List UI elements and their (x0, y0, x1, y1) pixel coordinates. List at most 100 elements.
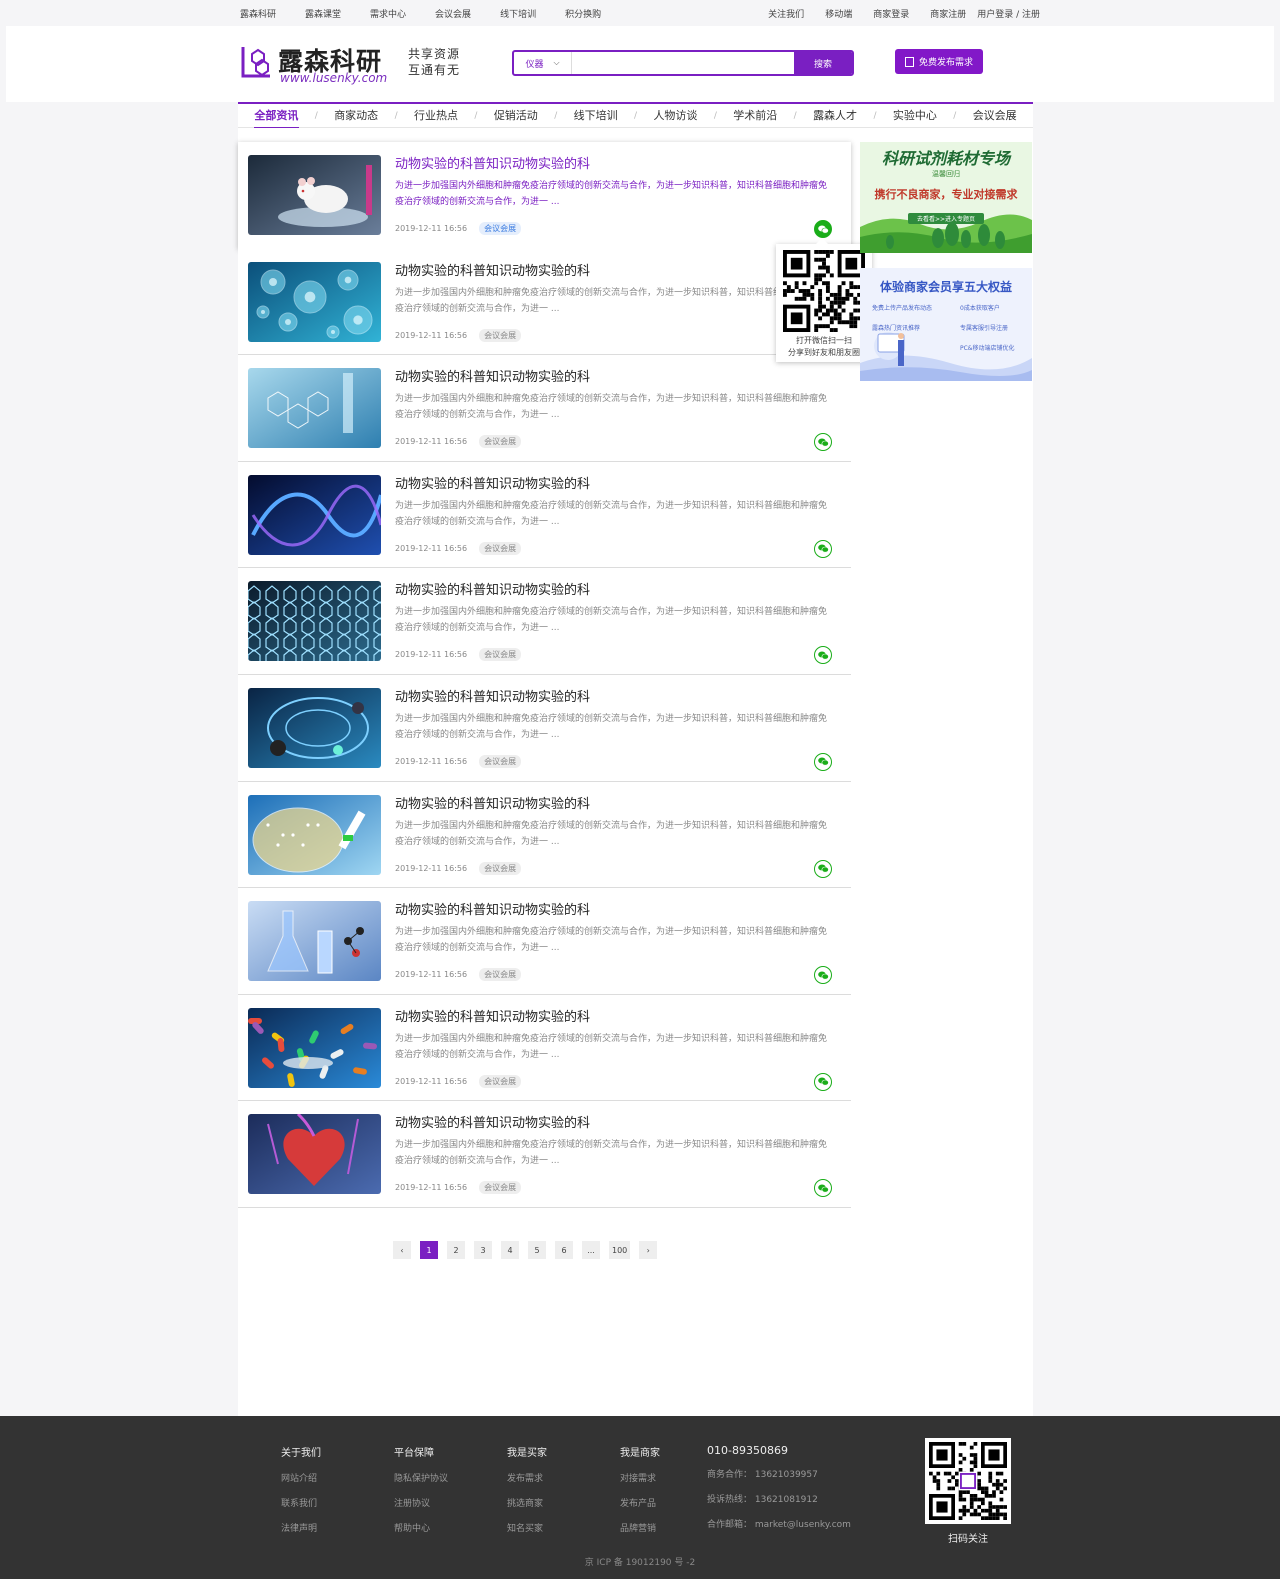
page-button[interactable]: 1 (420, 1241, 438, 1259)
article-tag[interactable]: 会议会展 (479, 435, 522, 449)
article-thumbnail[interactable] (248, 1114, 381, 1195)
article-item[interactable]: 动物实验的科普知识动物实验的科 为进一步加强国内外细胞和肿瘤免疫治疗领域的创新交… (238, 142, 851, 249)
article-title[interactable]: 动物实验的科普知识动物实验的科 (395, 260, 590, 279)
article-thumbnail[interactable] (248, 687, 381, 768)
wechat-share-icon[interactable] (814, 1072, 832, 1091)
top-link-conference[interactable]: 会议会展 (435, 7, 471, 20)
nav-tab[interactable]: 露森人才 (797, 104, 874, 128)
wechat-share-icon[interactable] (814, 859, 832, 878)
publish-demand-button[interactable]: 免费发布需求 (895, 49, 983, 74)
article-item[interactable]: 动物实验的科普知识动物实验的科 为进一步加强国内外细胞和肿瘤免疫治疗领域的创新交… (238, 1101, 851, 1208)
article-title[interactable]: 动物实验的科普知识动物实验的科 (395, 366, 590, 385)
article-thumbnail[interactable] (248, 581, 381, 662)
top-link-lusen[interactable]: 露森科研 (240, 7, 276, 20)
article-title[interactable]: 动物实验的科普知识动物实验的科 (395, 473, 590, 492)
top-link-classroom[interactable]: 露森课堂 (305, 7, 341, 20)
article-item[interactable]: 动物实验的科普知识动物实验的科 为进一步加强国内外细胞和肿瘤免疫治疗领域的创新交… (238, 461, 851, 569)
footer-link[interactable]: 挑选商家 (507, 1496, 547, 1509)
wechat-share-icon[interactable] (814, 433, 832, 452)
article-thumbnail[interactable] (248, 261, 381, 342)
page-button[interactable]: 2 (447, 1241, 465, 1259)
follow-us-link[interactable]: 关注我们 (768, 7, 804, 20)
nav-tab[interactable]: 实验中心 (877, 104, 954, 128)
nav-tab[interactable]: 线下培训 (557, 104, 634, 128)
footer-link[interactable]: 对接需求 (620, 1471, 660, 1484)
wechat-share-icon[interactable] (814, 752, 832, 771)
top-link-demand-center[interactable]: 需求中心 (370, 7, 406, 20)
footer-link[interactable]: 帮助中心 (394, 1521, 448, 1534)
article-tag[interactable]: 会议会展 (479, 754, 522, 768)
article-tag[interactable]: 会议会展 (479, 1074, 522, 1088)
top-link-points[interactable]: 积分换购 (565, 7, 601, 20)
page-button[interactable]: 3 (474, 1241, 492, 1259)
nav-tab[interactable]: 行业热点 (398, 104, 475, 128)
footer-link[interactable]: 法律声明 (281, 1521, 321, 1534)
wechat-share-icon[interactable] (814, 646, 832, 665)
wechat-share-icon[interactable] (814, 539, 832, 558)
reagent-banner[interactable]: 科研试剂耗材专场 温馨回归 携行不良商家，专业对接需求 去看看>>进入专题页 (860, 142, 1032, 253)
search-input[interactable] (572, 52, 794, 74)
footer-link[interactable]: 品牌营销 (620, 1521, 660, 1534)
search-category-select[interactable]: 仪器 ⌵ (514, 52, 572, 74)
footer-link[interactable]: 注册协议 (394, 1496, 448, 1509)
merchant-login-link[interactable]: 商家登录 (873, 7, 909, 20)
article-thumbnail[interactable] (248, 794, 381, 875)
footer-email[interactable]: 合作邮箱： market@lusenky.com (707, 1517, 851, 1530)
page-button[interactable]: 4 (501, 1241, 519, 1259)
nav-tab[interactable]: 促销活动 (477, 104, 554, 128)
article-tag[interactable]: 会议会展 (479, 222, 522, 235)
article-item[interactable]: 动物实验的科普知识动物实验的科 为进一步加强国内外细胞和肿瘤免疫治疗领域的创新交… (238, 888, 851, 995)
article-thumbnail[interactable] (248, 368, 381, 449)
page-button[interactable]: 5 (528, 1241, 546, 1259)
wechat-share-icon[interactable] (814, 1179, 832, 1198)
article-title[interactable]: 动物实验的科普知识动物实验的科 (395, 153, 590, 172)
mobile-link[interactable]: 移动端 (825, 7, 852, 20)
search-button[interactable]: 搜索 (794, 52, 852, 74)
article-tag[interactable]: 会议会展 (479, 541, 522, 555)
nav-tab[interactable]: 学术前沿 (717, 104, 794, 128)
nav-tab[interactable]: 商家动态 (318, 104, 395, 128)
page-button[interactable]: 100 (609, 1241, 631, 1259)
article-title[interactable]: 动物实验的科普知识动物实验的科 (395, 1112, 590, 1131)
article-item[interactable]: 动物实验的科普知识动物实验的科 为进一步加强国内外细胞和肿瘤免疫治疗领域的创新交… (238, 674, 851, 782)
article-item[interactable]: 动物实验的科普知识动物实验的科 为进一步加强国内外细胞和肿瘤免疫治疗领域的创新交… (238, 355, 851, 462)
wechat-share-icon[interactable] (814, 966, 832, 985)
article-item[interactable]: 动物实验的科普知识动物实验的科 为进一步加强国内外细胞和肿瘤免疫治疗领域的创新交… (238, 781, 851, 889)
article-thumbnail[interactable] (248, 474, 381, 555)
nav-tab[interactable]: 会议会展 (956, 104, 1033, 128)
article-tag[interactable]: 会议会展 (479, 328, 522, 342)
user-login-link[interactable]: 用户登录 / 注册 (977, 7, 1040, 20)
nav-tab[interactable]: 人物访谈 (637, 104, 714, 128)
footer-link[interactable]: 知名买家 (507, 1521, 547, 1534)
article-item[interactable]: 动物实验的科普知识动物实验的科 为进一步加强国内外细胞和肿瘤免疫治疗领域的创新交… (238, 568, 851, 675)
wechat-share-icon[interactable] (814, 220, 832, 238)
article-title[interactable]: 动物实验的科普知识动物实验的科 (395, 1006, 590, 1025)
article-item[interactable]: 动物实验的科普知识动物实验的科 为进一步加强国内外细胞和肿瘤免疫治疗领域的创新交… (238, 994, 851, 1102)
article-title[interactable]: 动物实验的科普知识动物实验的科 (395, 793, 590, 812)
page-button[interactable]: 6 (555, 1241, 573, 1259)
footer-link[interactable]: 发布产品 (620, 1496, 660, 1509)
article-thumbnail[interactable] (248, 155, 381, 235)
footer-link[interactable]: 联系我们 (281, 1496, 321, 1509)
article-tag[interactable]: 会议会展 (479, 1181, 522, 1195)
merchant-register-link[interactable]: 商家注册 (930, 7, 966, 20)
top-link-training[interactable]: 线下培训 (500, 7, 536, 20)
nav-tab[interactable]: 全部资讯 (238, 104, 315, 129)
article-tag[interactable]: 会议会展 (479, 648, 522, 662)
article-title[interactable]: 动物实验的科普知识动物实验的科 (395, 899, 590, 918)
footer-link[interactable]: 隐私保护协议 (394, 1471, 448, 1484)
reagent-banner-button[interactable]: 去看看>>进入专题页 (908, 214, 984, 223)
article-title[interactable]: 动物实验的科普知识动物实验的科 (395, 686, 590, 705)
article-thumbnail[interactable] (248, 901, 381, 982)
article-item[interactable]: 动物实验的科普知识动物实验的科 为进一步加强国内外细胞和肿瘤免疫治疗领域的创新交… (238, 248, 851, 356)
article-thumbnail[interactable] (248, 1007, 381, 1088)
footer-link[interactable]: 发布需求 (507, 1471, 547, 1484)
footer-link[interactable]: 网站介绍 (281, 1471, 321, 1484)
member-benefits-banner[interactable]: 体验商家会员享五大权益 免费上传产品发布动态 0成本获取客户 露森热门资讯推荐 … (860, 268, 1032, 381)
page-button[interactable]: ... (582, 1241, 600, 1259)
article-title[interactable]: 动物实验的科普知识动物实验的科 (395, 579, 590, 598)
prev-page-button[interactable]: ‹ (393, 1241, 411, 1259)
site-logo[interactable]: 露森科研 www.lusenky.com (240, 42, 410, 86)
next-page-button[interactable]: › (639, 1241, 658, 1259)
article-tag[interactable]: 会议会展 (479, 968, 522, 982)
